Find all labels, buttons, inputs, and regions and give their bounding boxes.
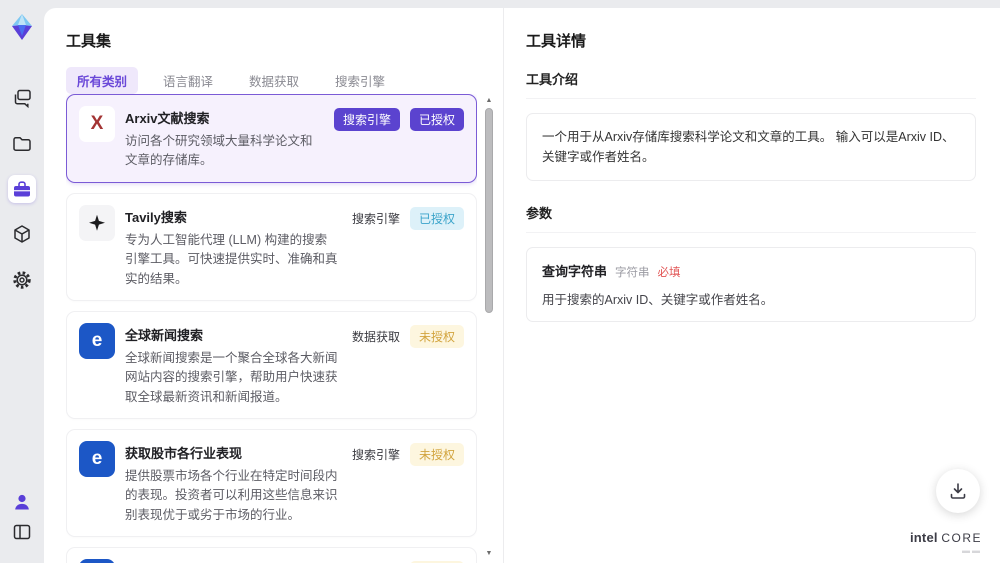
scrollbar-thumb[interactable] <box>485 108 493 313</box>
category-tag: 数据获取 <box>351 329 400 344</box>
intel-logo-sub: ▬▬ <box>962 546 982 555</box>
parameter-card: 查询字符串 字符串 必填 用于搜索的Arxiv ID、关键字或作者姓名。 <box>526 247 976 322</box>
parameter-name: 查询字符串 <box>542 264 608 279</box>
category-tab[interactable]: 语言翻译 <box>152 67 224 94</box>
category-tab[interactable]: 搜索引擎 <box>324 67 396 94</box>
app-logo <box>8 12 36 42</box>
panel-toggle-icon[interactable] <box>8 518 36 546</box>
intel-core-logo: intel CORE ▬▬ <box>910 530 982 555</box>
user-icon[interactable] <box>8 488 36 516</box>
tool-info: 获取市场最活跃股票信息 提供当天交易量最高的股票列表。投资者可以利用这些信息来识… <box>125 559 338 563</box>
tool-info: Tavily搜索 专为人工智能代理 (LLM) 构建的搜索引擎工具。可快速提供实… <box>125 205 338 289</box>
page-title: 工具集 <box>66 33 112 50</box>
intel-core-text: intel CORE <box>909 530 982 545</box>
tool-tags: 搜索引擎 已授权 <box>351 206 464 230</box>
tool-detail-panel: 工具详情 工具介绍 一个用于从Arxiv存储库搜索科学论文和文章的工具。 输入可… <box>504 8 1000 563</box>
tool-description: 访问各个研究领域大量科学论文和文章的存储库。 <box>125 134 313 168</box>
category-tab[interactable]: 所有类别 <box>66 67 139 94</box>
scroll-up-icon[interactable]: ▲ <box>483 96 495 106</box>
main-panel: 工具集 所有类别 语言翻译 数据获取 搜索引擎 X Arxiv文献搜索 访问各个… <box>44 8 1000 563</box>
folder-icon[interactable] <box>8 130 36 158</box>
tool-info: Arxiv文献搜索 访问各个研究领域大量科学论文和文章的存储库。 <box>125 106 320 171</box>
sidebar <box>0 0 44 563</box>
tool-description: 提供股票市场各个行业在特定时间段内的表现。投资者可以利用这些信息来识别表现优于或… <box>125 469 338 522</box>
package-icon[interactable] <box>8 220 36 248</box>
download-button[interactable] <box>936 469 980 513</box>
parameter-header: 查询字符串 字符串 必填 <box>542 261 960 280</box>
tool-icon: e <box>79 322 115 359</box>
status-badge: 已授权 <box>409 206 464 230</box>
tool-name: 全球新闻搜索 <box>125 327 204 343</box>
detail-title: 工具详情 <box>526 33 587 50</box>
tool-icon <box>79 204 115 241</box>
tool-list: X Arxiv文献搜索 访问各个研究领域大量科学论文和文章的存储库。 搜索引擎 … <box>66 94 477 563</box>
tool-icon: X <box>79 106 115 142</box>
params-section-header: 参数 <box>526 203 976 233</box>
intro-section-header: 工具介绍 <box>526 69 976 99</box>
tool-tags: 搜索引擎 已授权 <box>333 108 464 131</box>
category-tag: 搜索引擎 <box>351 211 400 226</box>
tool-name: 获取股市各行业表现 <box>125 446 243 461</box>
tool-description: 全球新闻搜索是一个聚合全球各大新闻网站内容的搜索引擎，帮助用户快速获取全球最新资… <box>125 350 338 404</box>
tool-info: 获取股市各行业表现 提供股票市场各个行业在特定时间段内的表现。投资者可以利用这些… <box>125 441 338 525</box>
tool-row[interactable]: e 获取股市各行业表现 提供股票市场各个行业在特定时间段内的表现。投资者可以利用… <box>66 429 477 538</box>
category-tabs: 所有类别 语言翻译 数据获取 搜索引擎 <box>66 67 487 94</box>
status-badge: 未授权 <box>409 324 464 348</box>
chat-icon[interactable] <box>8 84 36 112</box>
required-badge: 必填 <box>657 267 681 279</box>
status-badge: 未授权 <box>409 443 464 466</box>
parameter-description: 用于搜索的Arxiv ID、关键字或作者姓名。 <box>542 293 774 307</box>
tool-row[interactable]: Tavily搜索 专为人工智能代理 (LLM) 构建的搜索引擎工具。可快速提供实… <box>66 192 477 301</box>
tool-icon: e <box>79 441 115 477</box>
tool-row[interactable]: X Arxiv文献搜索 访问各个研究领域大量科学论文和文章的存储库。 搜索引擎 … <box>66 94 477 183</box>
download-icon <box>950 483 966 499</box>
tool-list-panel: 工具集 所有类别 语言翻译 数据获取 搜索引擎 X Arxiv文献搜索 访问各个… <box>44 8 504 563</box>
tool-icon: e <box>79 559 115 563</box>
toolbox-icon[interactable] <box>8 175 36 203</box>
tool-name: Tavily搜索 <box>125 209 187 225</box>
status-badge: 已授权 <box>409 108 464 131</box>
settings-gear-icon[interactable] <box>8 266 36 294</box>
tool-name: Arxiv文献搜索 <box>125 111 210 126</box>
tool-tags: 搜索引擎 未授权 <box>352 443 464 466</box>
category-tag: 搜索引擎 <box>351 448 400 462</box>
category-tag: 搜索引擎 <box>333 108 400 131</box>
list-scrollbar[interactable]: ▲ ▼ <box>483 96 495 559</box>
category-tab[interactable]: 数据获取 <box>238 67 310 94</box>
tool-description: 专为人工智能代理 (LLM) 构建的搜索引擎工具。可快速提供实时、准确和真实的结… <box>125 232 338 286</box>
scroll-down-icon[interactable]: ▼ <box>483 549 495 559</box>
tool-tags: 数据获取 未授权 <box>351 324 464 348</box>
tool-info: 全球新闻搜索 全球新闻搜索是一个聚合全球各大新闻网站内容的搜索引擎，帮助用户快速… <box>125 323 338 407</box>
tool-row[interactable]: e 获取市场最活跃股票信息 提供当天交易量最高的股票列表。投资者可以利用这些信息… <box>66 547 477 563</box>
parameter-type: 字符串 <box>615 267 650 279</box>
tool-intro-text: 一个用于从Arxiv存储库搜索科学论文和文章的工具。 输入可以是Arxiv ID… <box>526 113 976 181</box>
tool-row[interactable]: e 全球新闻搜索 全球新闻搜索是一个聚合全球各大新闻网站内容的搜索引擎，帮助用户… <box>66 310 477 419</box>
